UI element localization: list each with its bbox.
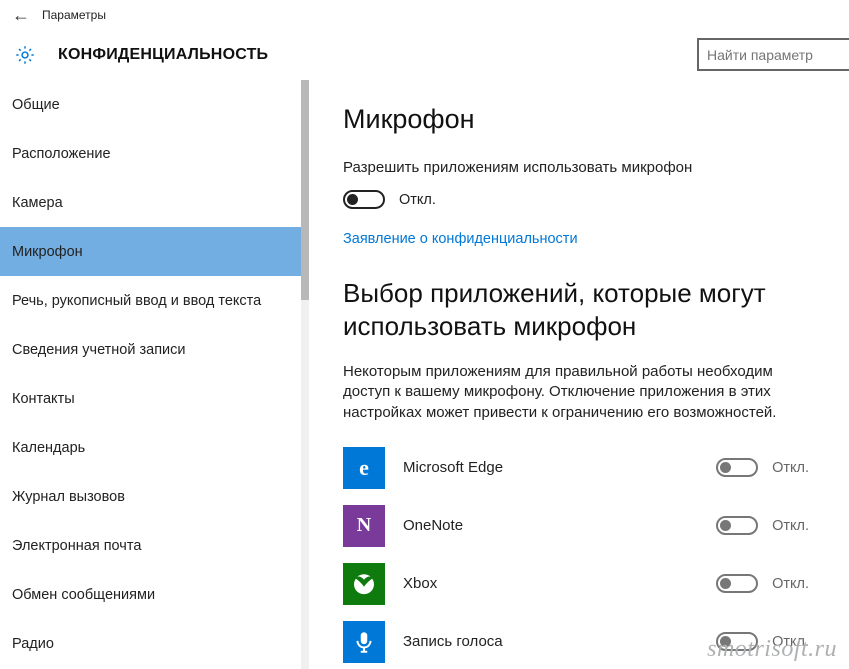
app-toggle-group: Откл. [716,458,809,477]
voice-recorder-icon [343,621,385,663]
sidebar-item-label: Календарь [12,440,85,456]
sidebar-item-0[interactable]: Общие [0,80,301,129]
back-button[interactable]: ← [12,5,42,26]
app-toggle-state: Откл. [772,634,809,650]
sidebar-item-10[interactable]: Обмен сообщениями [0,570,301,619]
app-toggle-group: Откл. [716,516,809,535]
sidebar-item-11[interactable]: Радио [0,619,301,668]
app-name-label: Запись голоса [403,633,698,650]
allow-apps-toggle[interactable] [343,190,385,209]
xbox-icon [343,563,385,605]
toggle-knob [720,462,731,473]
page-category-title: КОНФИДЕНЦИАЛЬНОСТЬ [58,46,268,64]
app-toggle[interactable] [716,516,758,535]
app-toggle-group: Откл. [716,574,809,593]
sidebar-item-label: Расположение [12,146,111,162]
toggle-knob [720,520,731,531]
window-title: Параметры [42,8,106,22]
sidebar-item-label: Микрофон [12,244,83,260]
sidebar-item-6[interactable]: Контакты [0,374,301,423]
toggle-knob [720,578,731,589]
app-toggle-state: Откл. [772,460,809,476]
sidebar-item-2[interactable]: Камера [0,178,301,227]
search-input[interactable] [697,38,849,71]
sidebar-item-4[interactable]: Речь, рукописный ввод и ввод текста [0,276,301,325]
toggle-knob [347,194,358,205]
sidebar-item-7[interactable]: Календарь [0,423,301,472]
sidebar-item-label: Радио [12,636,54,652]
privacy-statement-link[interactable]: Заявление о конфиденциальности [343,231,809,247]
allow-apps-label: Разрешить приложениям использовать микро… [343,159,809,176]
page-title: Микрофон [343,104,809,135]
app-name-label: Microsoft Edge [403,459,698,476]
sidebar-item-5[interactable]: Сведения учетной записи [0,325,301,374]
app-toggle[interactable] [716,632,758,651]
onenote-icon: N [343,505,385,547]
app-row-1: N OneNote Откл. [343,505,809,547]
sidebar-item-label: Сведения учетной записи [12,342,186,358]
app-name-label: Xbox [403,575,698,592]
sidebar-item-label: Речь, рукописный ввод и ввод текста [12,293,261,309]
sidebar-item-label: Электронная почта [12,538,141,554]
sidebar: Общие Расположение Камера Микрофон Речь, рук… [0,80,309,669]
app-name-label: OneNote [403,517,698,534]
edge-icon: e [343,447,385,489]
sidebar-scrollbar-thumb[interactable] [301,80,309,300]
sidebar-item-3[interactable]: Микрофон [0,227,301,276]
app-toggle-group: Откл. [716,632,809,651]
app-row-0: e Microsoft Edge Откл. [343,447,809,489]
content-pane: Микрофон Разрешить приложениям использов… [309,80,849,669]
app-toggle-state: Откл. [772,518,809,534]
gear-icon [14,44,36,66]
sidebar-item-label: Журнал вызовов [12,489,125,505]
choose-apps-title: Выбор приложений, которые могут использо… [343,277,809,342]
sidebar-item-1[interactable]: Расположение [0,129,301,178]
app-toggle[interactable] [716,458,758,477]
sidebar-item-label: Контакты [12,391,75,407]
app-row-2: Xbox Откл. [343,563,809,605]
toggle-knob [720,636,731,647]
choose-apps-description: Некоторым приложениям для правильной раб… [343,362,809,423]
allow-apps-toggle-state: Откл. [399,192,436,208]
app-row-3: Запись голоса Откл. [343,621,809,663]
app-toggle[interactable] [716,574,758,593]
sidebar-item-label: Камера [12,195,63,211]
app-toggle-state: Откл. [772,576,809,592]
sidebar-item-label: Общие [12,97,60,113]
sidebar-item-8[interactable]: Журнал вызовов [0,472,301,521]
sidebar-item-9[interactable]: Электронная почта [0,521,301,570]
sidebar-scrollbar-track[interactable] [301,80,309,669]
sidebar-item-label: Обмен сообщениями [12,587,155,603]
